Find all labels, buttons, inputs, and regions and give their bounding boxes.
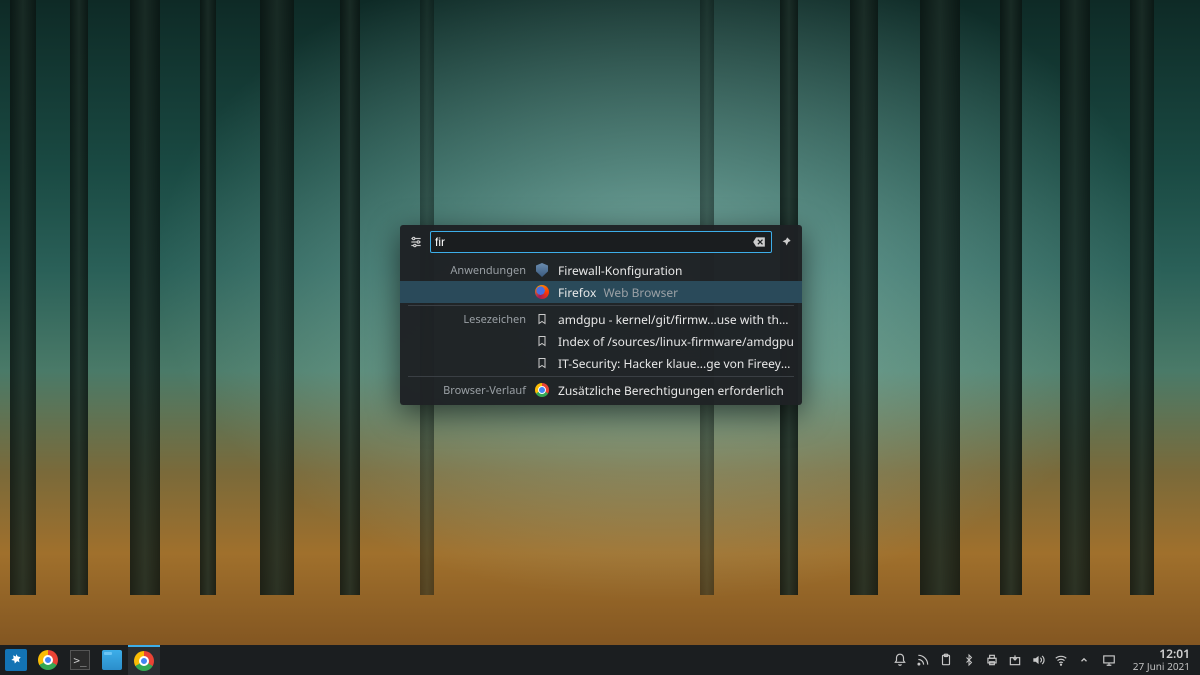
- task-files[interactable]: [96, 645, 128, 675]
- category-label: Lesezeichen: [408, 312, 526, 327]
- clear-input-icon[interactable]: [751, 234, 767, 250]
- chrome-icon: [38, 650, 58, 670]
- result-label: Index of /sources/linux-firmware/amdgpu: [558, 333, 794, 350]
- wallpaper-tree: [10, 0, 36, 595]
- bluetooth-icon[interactable]: [962, 653, 976, 667]
- shield-icon: [534, 262, 550, 278]
- task-chrome-active[interactable]: [128, 645, 160, 675]
- wallpaper-tree: [260, 0, 294, 595]
- separator: [408, 305, 794, 306]
- clock[interactable]: 12:01 27 Juni 2021: [1127, 648, 1192, 671]
- taskbar-left: >_: [0, 645, 160, 675]
- bookmark-icon: [534, 333, 550, 349]
- result-label: IT-Security: Hacker klaue...ge von Firee…: [558, 355, 794, 372]
- pin-icon[interactable]: [778, 234, 794, 250]
- krunner-search-input[interactable]: [435, 235, 751, 249]
- wallpaper-tree: [200, 0, 216, 595]
- result-history-permissions[interactable]: Browser-Verlauf Zusätzliche Berechtigung…: [400, 379, 802, 401]
- clock-date: 27 Juni 2021: [1133, 661, 1190, 672]
- krunner-results: Anwendungen Firewall-Konfiguration Firef…: [400, 259, 802, 401]
- app-launcher-button[interactable]: [0, 645, 32, 675]
- folder-icon: [102, 650, 122, 670]
- result-title: Firefox: [558, 284, 596, 301]
- wallpaper-tree: [1000, 0, 1022, 595]
- chrome-icon: [134, 651, 154, 671]
- printer-icon[interactable]: [985, 653, 999, 667]
- kde-logo-icon: [5, 649, 27, 671]
- tray-expand-icon[interactable]: [1077, 653, 1091, 667]
- taskbar-panel: >_: [0, 645, 1200, 675]
- separator: [408, 376, 794, 377]
- wallpaper-tree: [130, 0, 160, 595]
- wallpaper-tree: [920, 0, 960, 595]
- result-label: amdgpu - kernel/git/firmw...use with the…: [558, 311, 794, 328]
- volume-icon[interactable]: [1031, 653, 1045, 667]
- bookmark-icon: [534, 311, 550, 327]
- krunner-settings-icon[interactable]: [408, 234, 424, 250]
- result-subtitle: Web Browser: [603, 284, 678, 301]
- wallpaper-tree: [850, 0, 878, 595]
- task-terminal[interactable]: >_: [64, 645, 96, 675]
- result-bookmark-golem[interactable]: IT-Security: Hacker klaue...ge von Firee…: [400, 352, 802, 374]
- firefox-icon: [534, 284, 550, 300]
- show-desktop-icon[interactable]: [1100, 653, 1118, 667]
- task-chrome[interactable]: [32, 645, 64, 675]
- result-label: Zusätzliche Berechtigungen erforderlich: [558, 382, 784, 399]
- wifi-icon[interactable]: [1054, 653, 1068, 667]
- wallpaper-tree: [1130, 0, 1154, 595]
- chrome-icon: [534, 382, 550, 398]
- krunner-header: [400, 225, 802, 259]
- result-bookmark-index[interactable]: Index of /sources/linux-firmware/amdgpu: [400, 330, 802, 352]
- wallpaper-tree: [340, 0, 360, 595]
- updates-icon[interactable]: [1008, 653, 1022, 667]
- krunner-input-wrap[interactable]: [430, 231, 772, 253]
- result-app-firewall[interactable]: Anwendungen Firewall-Konfiguration: [400, 259, 802, 281]
- notifications-icon[interactable]: [893, 653, 907, 667]
- bookmark-icon: [534, 355, 550, 371]
- krunner-window: Anwendungen Firewall-Konfiguration Firef…: [400, 225, 802, 405]
- category-label: Anwendungen: [408, 263, 526, 278]
- wallpaper-tree: [70, 0, 88, 595]
- result-app-firefox[interactable]: Firefox Web Browser: [400, 281, 802, 303]
- result-label: Firewall-Konfiguration: [558, 262, 682, 279]
- category-label: Browser-Verlauf: [408, 383, 526, 398]
- result-label: Firefox Web Browser: [558, 284, 678, 301]
- clipboard-icon[interactable]: [939, 653, 953, 667]
- system-tray: 12:01 27 Juni 2021: [893, 645, 1200, 675]
- result-bookmark-amdgpu[interactable]: Lesezeichen amdgpu - kernel/git/firmw...…: [400, 308, 802, 330]
- rss-icon[interactable]: [916, 653, 930, 667]
- wallpaper-tree: [1060, 0, 1090, 595]
- terminal-icon: >_: [70, 650, 90, 670]
